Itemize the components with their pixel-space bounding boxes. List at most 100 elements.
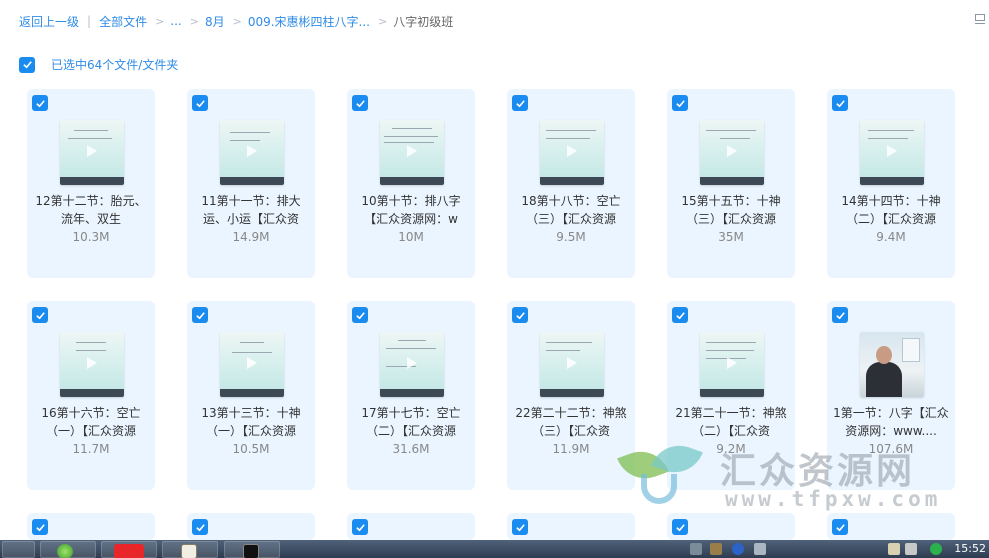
- check-icon: [35, 99, 45, 107]
- breadcrumb-ellipsis[interactable]: ...: [170, 14, 181, 28]
- file-checkbox[interactable]: [352, 519, 368, 535]
- file-card[interactable]: [27, 513, 155, 540]
- play-icon: [727, 145, 737, 157]
- play-icon: [407, 357, 417, 369]
- file-size: 9.5M: [556, 230, 586, 244]
- file-checkbox[interactable]: [832, 519, 848, 535]
- check-icon: [835, 311, 845, 319]
- video-thumbnail: [700, 332, 764, 397]
- file-size: 10.3M: [72, 230, 110, 244]
- file-card[interactable]: 12第十二节：胎元、流年、双生 10.3M: [27, 89, 155, 278]
- file-name: 14第十四节：十神（二）【汇众资源: [841, 194, 941, 226]
- tray-security-icon[interactable]: [930, 543, 942, 555]
- file-size: 10.5M: [232, 442, 270, 456]
- file-card[interactable]: 14第十四节：十神（二）【汇众资源 9.4M: [827, 89, 955, 278]
- file-checkbox[interactable]: [192, 307, 208, 323]
- breadcrumb-course[interactable]: 009.宋惠彬四柱八字...: [248, 13, 370, 30]
- file-checkbox[interactable]: [32, 519, 48, 535]
- file-size: 9.2M: [716, 442, 746, 456]
- play-icon: [87, 357, 97, 369]
- file-size: 9.4M: [876, 230, 906, 244]
- video-thumbnail: [220, 120, 284, 185]
- tray-printer-icon[interactable]: [710, 543, 722, 555]
- file-checkbox[interactable]: [672, 95, 688, 111]
- breadcrumb-separator: |: [87, 14, 92, 28]
- file-checkbox[interactable]: [832, 307, 848, 323]
- file-card[interactable]: 16第十六节：空亡（一）【汇众资源 11.7M: [27, 301, 155, 490]
- file-checkbox[interactable]: [32, 95, 48, 111]
- taskbar: 15:52: [0, 540, 989, 558]
- file-name: 22第二十二节：神煞（三）【汇众资: [515, 406, 627, 438]
- video-thumbnail: [860, 332, 924, 397]
- tray-window-icon[interactable]: [754, 543, 766, 555]
- file-card[interactable]: 18第十八节：空亡（三）【汇众资源 9.5M: [507, 89, 635, 278]
- video-thumbnail: [540, 120, 604, 185]
- breadcrumb-month[interactable]: 8月: [205, 13, 225, 30]
- select-all-bar: 已选中64个文件/文件夹: [19, 56, 178, 73]
- file-checkbox[interactable]: [352, 307, 368, 323]
- breadcrumb-all-files[interactable]: 全部文件: [99, 13, 147, 30]
- check-icon: [515, 311, 525, 319]
- selection-count: 已选中64个文件/文件夹: [51, 58, 179, 72]
- file-name: 17第十七节：空亡（二）【汇众资源: [361, 406, 461, 438]
- watermark-url: www.tfpxw.com: [725, 487, 942, 511]
- check-icon: [35, 311, 45, 319]
- video-thumbnail: [860, 120, 924, 185]
- check-icon: [675, 311, 685, 319]
- chevron-right-icon: >: [232, 14, 242, 28]
- file-checkbox[interactable]: [512, 519, 528, 535]
- file-checkbox[interactable]: [512, 95, 528, 111]
- file-name: 18第十八节：空亡（三）【汇众资源: [521, 194, 621, 226]
- view-toggle-icon[interactable]: [973, 12, 987, 28]
- file-card[interactable]: 15第十五节：十神（三）【汇众资源 35M: [667, 89, 795, 278]
- file-name: 13第十三节：十神（一）【汇众资源: [201, 406, 301, 438]
- file-card[interactable]: 1第一节：八字【汇众资源网：www.... 107.6M: [827, 301, 955, 490]
- file-name: 10第十节：排八字【汇众资源网：w: [361, 194, 461, 226]
- file-checkbox[interactable]: [32, 307, 48, 323]
- select-all-checkbox[interactable]: [19, 56, 35, 73]
- file-name: 12第十二节：胎元、流年、双生: [35, 194, 147, 226]
- file-card[interactable]: [347, 513, 475, 540]
- file-card[interactable]: 17第十七节：空亡（二）【汇众资源 31.6M: [347, 301, 475, 490]
- check-icon: [515, 99, 525, 107]
- file-card[interactable]: [507, 513, 635, 540]
- browser-icon: [57, 544, 73, 558]
- tray-keyboard-icon[interactable]: [690, 543, 702, 555]
- taskbar-app-dictionary[interactable]: [101, 541, 157, 558]
- taskbar-start[interactable]: [2, 541, 35, 558]
- file-card[interactable]: 21第二十一节：神煞（二）【汇众资 9.2M: [667, 301, 795, 490]
- file-checkbox[interactable]: [832, 95, 848, 111]
- breadcrumb-current: 八字初级班: [393, 14, 454, 29]
- check-icon: [35, 523, 45, 531]
- play-icon: [567, 357, 577, 369]
- file-card[interactable]: [827, 513, 955, 540]
- dictionary-icon: [114, 544, 144, 558]
- file-checkbox[interactable]: [192, 519, 208, 535]
- file-card[interactable]: 10第十节：排八字【汇众资源网：w 10M: [347, 89, 475, 278]
- play-icon: [727, 357, 737, 369]
- back-link[interactable]: 返回上一级: [19, 13, 79, 30]
- file-card[interactable]: [187, 513, 315, 540]
- file-name: 15第十五节：十神（三）【汇众资源: [681, 194, 781, 226]
- file-card[interactable]: 13第十三节：十神（一）【汇众资源 10.5M: [187, 301, 315, 490]
- file-size: 10M: [398, 230, 424, 244]
- file-checkbox[interactable]: [512, 307, 528, 323]
- file-checkbox[interactable]: [192, 95, 208, 111]
- taskbar-app-browser[interactable]: [40, 541, 96, 558]
- tray-network-icon[interactable]: [888, 543, 900, 555]
- file-card[interactable]: 11第十一节：排大运、小运【汇众资 14.9M: [187, 89, 315, 278]
- file-checkbox[interactable]: [672, 307, 688, 323]
- taskbar-clock: 15:52: [954, 542, 986, 555]
- file-checkbox[interactable]: [672, 519, 688, 535]
- taskbar-app-console[interactable]: [224, 541, 280, 558]
- file-checkbox[interactable]: [352, 95, 368, 111]
- tray-help-icon[interactable]: [732, 543, 744, 555]
- file-card[interactable]: [667, 513, 795, 540]
- tray-volume-icon[interactable]: [905, 543, 917, 555]
- taskbar-app-notepad[interactable]: [162, 541, 218, 558]
- file-name: 1第一节：八字【汇众资源网：www....: [833, 406, 949, 438]
- file-name: 11第十一节：排大运、小运【汇众资: [201, 194, 301, 226]
- check-icon: [835, 99, 845, 107]
- file-card[interactable]: 22第二十二节：神煞（三）【汇众资 11.9M: [507, 301, 635, 490]
- play-icon: [247, 145, 257, 157]
